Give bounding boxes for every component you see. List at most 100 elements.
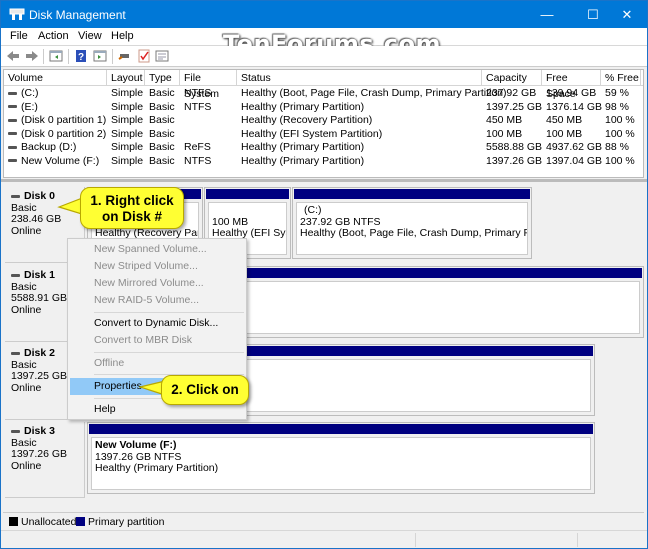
volume-cell-volume: (Disk 0 partition 2): [4, 128, 106, 141]
volume-cell-free: 1397.04 GB: [546, 154, 603, 167]
toolbar-separator: [68, 49, 69, 64]
disk-3-label[interactable]: Disk 3 Basic 1397.26 GB Online: [5, 422, 85, 498]
volume-cell-free: 100 MB: [546, 127, 583, 140]
volume-cell-type: Basic: [149, 87, 175, 99]
disk-name: Disk 1: [24, 269, 55, 281]
column-header-percent-free[interactable]: % Free: [601, 70, 641, 86]
toolbar: ?: [1, 46, 647, 67]
volume-row[interactable]: (Disk 0 partition 1) Simple Basic Healthy (…: [4, 114, 643, 128]
window-title: Disk Management: [29, 8, 126, 22]
volume-row[interactable]: (C:) Simple Basic NTFS Healthy (Boot, Page F…: [4, 87, 643, 101]
volume-cell-fs: ReFS: [184, 141, 211, 153]
volume-cell-volume: New Volume (F:): [4, 155, 99, 168]
volume-cell-pct: 59 %: [605, 87, 629, 99]
volume-cell-volume: (Disk 0 partition 1): [4, 114, 106, 127]
disk-icon: [11, 273, 20, 277]
disk-name: Disk 3: [24, 425, 55, 437]
volume-cell-capacity: 100 MB: [486, 127, 523, 140]
partition-name: New Volume (F:): [95, 439, 177, 451]
column-header-type[interactable]: Type: [145, 70, 180, 86]
volume-icon: [8, 159, 17, 163]
column-header-status[interactable]: Status: [237, 70, 482, 86]
volume-cell-type: Basic: [149, 114, 175, 126]
menu-help[interactable]: Help: [111, 30, 134, 42]
volume-row[interactable]: New Volume (F:) Simple Basic NTFS Healthy (P…: [4, 155, 643, 169]
volume-cell-volume: (E:): [4, 101, 38, 114]
menu-item-new-striped-volume[interactable]: New Striped Volume...: [70, 258, 244, 275]
volume-row[interactable]: (E:) Simple Basic NTFS Healthy (Primary Part…: [4, 101, 643, 115]
menu-item-offline[interactable]: Offline: [70, 355, 244, 372]
column-header-layout[interactable]: Layout: [107, 70, 145, 86]
minimize-button[interactable]: —: [527, 1, 567, 28]
menu-view[interactable]: View: [78, 30, 102, 42]
close-button[interactable]: ✕: [607, 1, 647, 28]
volume-list-header: Volume Layout Type File System Status Ca…: [4, 70, 643, 100]
volume-name: New Volume (F:): [21, 154, 100, 167]
volume-row[interactable]: (Disk 0 partition 2) Simple Basic Healthy (…: [4, 128, 643, 142]
disk-name: Disk 2: [24, 347, 55, 359]
column-header-file-system[interactable]: File System: [180, 70, 237, 100]
legend-swatch-primary: [76, 517, 85, 526]
volume-cell-layout: Simple: [111, 100, 144, 113]
volume-cell-free: 4937.62 GB: [546, 141, 603, 153]
check-icon[interactable]: [137, 49, 151, 63]
partition-bar: [206, 189, 289, 199]
status-separator: [415, 533, 416, 547]
disk-icon: [11, 194, 20, 198]
pane-splitter[interactable]: [1, 179, 647, 182]
legend-label-unallocated: Unallocated: [21, 516, 77, 528]
status-separator: [577, 533, 578, 547]
status-bar: [1, 530, 647, 548]
volume-name: (Disk 0 partition 2): [21, 127, 107, 140]
menu-action[interactable]: Action: [38, 30, 69, 42]
volume-name: (C:): [21, 87, 39, 99]
svg-text:?: ?: [78, 52, 84, 63]
volume-cell-status: Healthy (Primary Partition): [241, 141, 365, 153]
properties-list-icon[interactable]: [155, 49, 169, 63]
partition-disk3-f[interactable]: New Volume (F:) 1397.26 GB NTFS Healthy (P…: [87, 422, 595, 494]
volume-row[interactable]: Backup (D:) Simple Basic ReFS Healthy (Prima…: [4, 141, 643, 155]
volume-cell-pct: 88 %: [605, 141, 629, 153]
volume-icon: [8, 118, 17, 122]
volume-icon: [8, 145, 17, 149]
console-tree-icon[interactable]: [49, 49, 63, 63]
volume-cell-volume: (C:): [4, 87, 39, 100]
forward-icon[interactable]: [25, 49, 39, 63]
volume-cell-volume: Backup (D:): [4, 141, 76, 154]
volume-cell-fs: NTFS: [184, 154, 212, 167]
volume-cell-layout: Simple: [111, 114, 144, 126]
volume-cell-status: Healthy (Recovery Partition): [241, 114, 373, 126]
menu-file[interactable]: File: [10, 30, 28, 42]
menu-item-convert-to-mbr-disk[interactable]: Convert to MBR Disk: [70, 332, 244, 349]
connect-icon[interactable]: [117, 49, 131, 63]
help-icon[interactable]: ?: [74, 49, 88, 63]
disk-management-app-icon: [9, 8, 25, 20]
column-header-capacity[interactable]: Capacity: [482, 70, 542, 86]
menu-item-new-raid5-volume[interactable]: New RAID-5 Volume...: [70, 292, 244, 309]
minimize-icon: —: [540, 7, 554, 22]
volume-cell-capacity: 5588.88 GB: [486, 141, 543, 153]
volume-name: (E:): [21, 100, 38, 113]
volume-cell-pct: 100 %: [605, 127, 635, 140]
disk-state: Online: [11, 224, 42, 237]
disk-size: 1397.26 GB: [11, 448, 68, 460]
partition-disk0-c[interactable]: (C:) 237.92 GB NTFS Healthy (Boot, Page Fi…: [292, 187, 532, 259]
menu-item-new-spanned-volume[interactable]: New Spanned Volume...: [70, 241, 244, 258]
partition-bar: [89, 424, 593, 434]
menu-item-new-mirrored-volume[interactable]: New Mirrored Volume...: [70, 275, 244, 292]
volume-cell-free: 139.94 GB: [546, 87, 597, 99]
legend: Unallocated Primary partition: [3, 512, 644, 529]
action-pane-icon[interactable]: [93, 49, 107, 63]
partition-status: Healthy (Boot, Page File, Crash Dump, Pr…: [300, 227, 527, 239]
column-header-free-space[interactable]: Free Space: [542, 70, 601, 100]
volume-icon: [8, 132, 17, 136]
partition-status: Healthy (Primary Partition): [95, 462, 219, 474]
volume-cell-fs: NTFS: [184, 100, 212, 113]
column-header-volume[interactable]: Volume: [4, 70, 107, 86]
partition-bar: [294, 189, 530, 199]
volume-cell-capacity: 237.92 GB: [486, 87, 537, 99]
back-icon[interactable]: [6, 49, 20, 63]
menu-item-convert-to-dynamic-disk[interactable]: Convert to Dynamic Disk...: [70, 315, 244, 332]
disk-name: Disk 0: [24, 190, 55, 202]
volume-name: Backup (D:): [21, 141, 77, 153]
